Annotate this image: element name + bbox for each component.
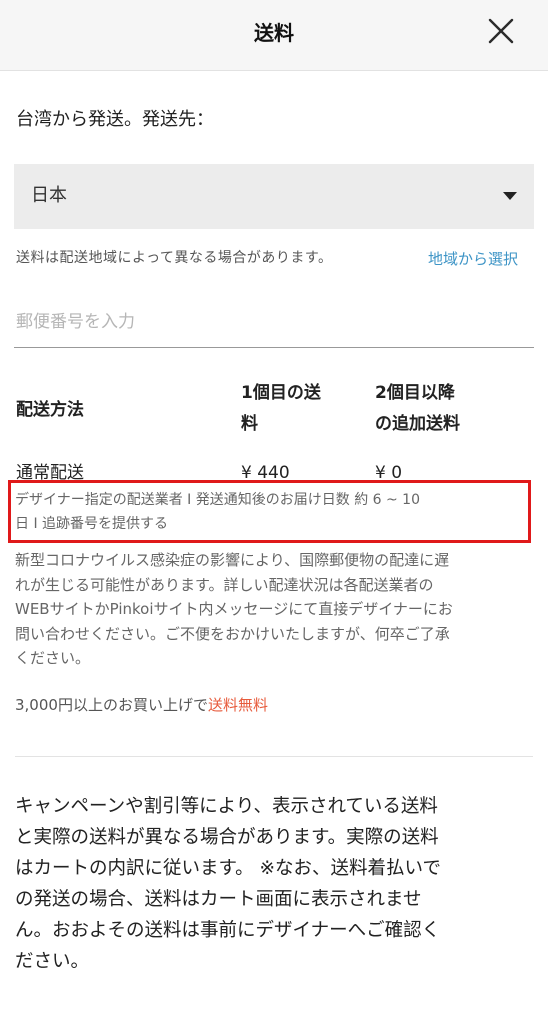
disclaimer-line: と実際の送料が異なる場合があります。実際の送料 (15, 827, 439, 848)
covid-notice-line: ください。 (15, 649, 91, 667)
header-first-item-fee-line1: 1個目の送 (241, 383, 321, 403)
covid-notice-line: WEBサイトかPinkoiサイト内メッセージにて直接デザイナーにお (15, 600, 453, 618)
select-region-link[interactable]: 地域から選択 (428, 247, 518, 271)
header-shipping-method: 配送方法 (16, 400, 84, 420)
disclaimer-line: ださい。 (15, 951, 90, 972)
caret-down-icon (503, 192, 517, 200)
header-additional-fee-line1: 2個目以降 (375, 383, 455, 403)
carrier-info: デザイナー指定の配送業者 I 発送通知後のお届け日数 約 6 ~ 10 日 I … (15, 488, 525, 536)
free-shipping-note: 3,000円以上のお買い上げで送料無料 (15, 693, 268, 717)
modal-header: 送料 (0, 0, 548, 71)
price-disclaimer: キャンペーンや割引等により、表示されている送料 と実際の送料が異なる場合がありま… (15, 791, 535, 977)
origin-text: 台湾から発送。発送先： (16, 109, 214, 130)
disclaimer-line: の発送の場合、送料はカート画面に表示されませ (15, 889, 422, 910)
modal-title: 送料 (254, 21, 294, 45)
header-additional-fee-line2: の追加送料 (375, 414, 460, 434)
free-shipping-prefix: 3,000円以上のお買い上げで (15, 696, 208, 714)
close-icon (488, 18, 514, 44)
disclaimer-line: ん。おおよその送料は事前にデザイナーへご確認く (15, 920, 441, 941)
divider (15, 756, 533, 757)
covid-notice-line: 新型コロナウイルス感染症の影響により、国際郵便物の配達に遅 (15, 551, 450, 569)
covid-notice-line: れが生じる可能性があります。詳しい配達状況は各配送業者の (15, 575, 434, 594)
covid-notice-line: 問い合わせください。ご不便をおかけいたしますが、何卒ご了承 (15, 624, 450, 643)
carrier-info-line: 日 I 追跡番号を提供する (15, 516, 169, 532)
covid-notice: 新型コロナウイルス感染症の影響により、国際郵便物の配達に遅 れが生じる可能性があ… (15, 548, 535, 671)
destination-value: 日本 (31, 185, 67, 206)
region-note: 送料は配送地域によって異なる場合があります。 (16, 250, 333, 266)
destination-select[interactable]: 日本 (14, 164, 534, 229)
postal-code-input[interactable] (14, 296, 534, 348)
header-first-item-fee-line2: 料 (241, 414, 258, 434)
close-button[interactable] (484, 14, 518, 48)
carrier-info-line: デザイナー指定の配送業者 I 発送通知後のお届け日数 約 6 ~ 10 (15, 492, 421, 508)
disclaimer-line: はカートの内訳に従います。 ※なお、送料着払いで (15, 858, 441, 879)
free-shipping-label: 送料無料 (207, 696, 268, 714)
disclaimer-line: キャンペーンや割引等により、表示されている送料 (15, 796, 438, 817)
